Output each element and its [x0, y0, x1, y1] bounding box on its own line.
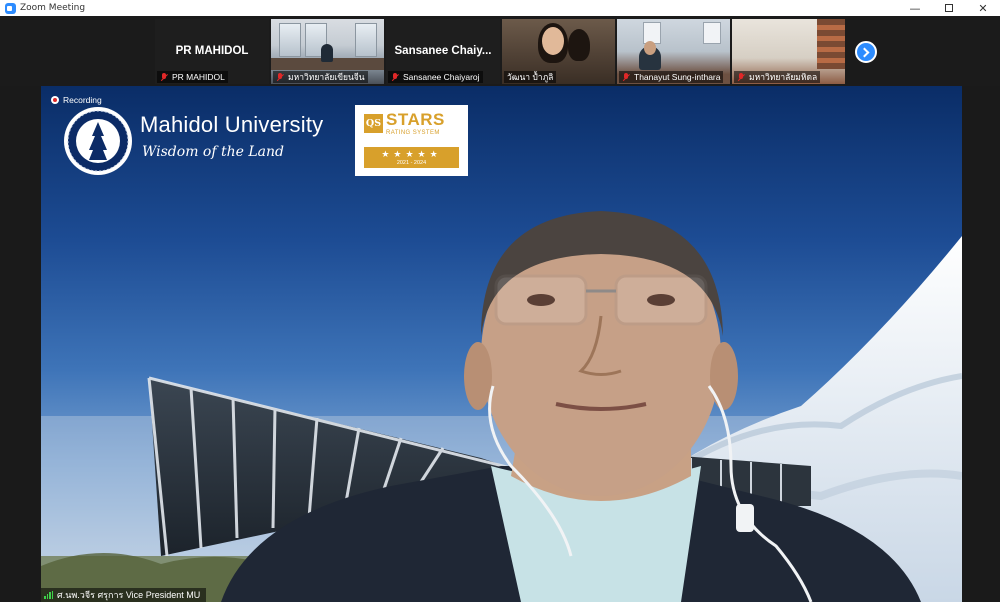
maximize-icon — [945, 4, 953, 12]
speaker-name: ศ.นพ.วจีร ศรุการ Vice President MU — [57, 590, 201, 600]
participant-name: PR MAHIDOL — [172, 72, 225, 82]
window-controls: — ✕ — [898, 0, 1000, 16]
window-title: Zoom Meeting — [20, 3, 86, 13]
university-name: Mahidol University — [140, 112, 324, 137]
speaker-video — [221, 211, 921, 602]
minimize-button[interactable]: — — [898, 0, 932, 16]
video-face-shape — [644, 41, 656, 55]
participant-strip: PR MAHIDOL PR MAHIDOL มหาวิทยาลัยเขียนจี… — [0, 16, 1000, 86]
close-icon: ✕ — [978, 1, 988, 15]
mic-muted-icon — [160, 72, 168, 82]
recording-icon — [51, 96, 59, 104]
mic-muted-icon — [391, 72, 399, 82]
close-button[interactable]: ✕ — [966, 0, 1000, 16]
qs-rating-years: 2021 - 2024 — [396, 160, 427, 166]
qs-stars-badge: QS STARS RATING SYSTEM ★★★★★ 2021 - 2024 — [355, 105, 468, 176]
qs-stars-subtitle: RATING SYSTEM — [386, 130, 440, 136]
participant-display-name: PR MAHIDOL — [175, 45, 249, 57]
video-shelf-shape — [817, 19, 845, 69]
qs-logo-mark: QS — [364, 114, 383, 133]
participant-tile[interactable]: มหาวิทยาลัยเขียนจีน — [271, 19, 384, 84]
participant-name: Thanayut Sung-inthara — [634, 72, 721, 82]
qs-rating-stars: ★★★★★ — [381, 149, 442, 159]
participant-name-tag: มหาวิทยาลัยมหิดล — [734, 71, 821, 83]
participant-name: มหาวิทยาลัยมหิดล — [749, 72, 818, 82]
participant-name-tag: PR MAHIDOL — [157, 71, 228, 83]
participant-tile[interactable]: วัฒนา ป้ำภูลิ — [502, 19, 615, 84]
participant-name: วัฒนา ป้ำภูลิ — [507, 72, 554, 82]
minimize-icon: — — [909, 1, 921, 15]
participant-tile[interactable]: Sansanee Chaiy... Sansanee Chaiyaroj — [386, 19, 500, 84]
zoom-app-icon — [5, 2, 16, 14]
university-tagline: Wisdom of the Land — [142, 144, 284, 160]
chevron-right-icon[interactable] — [855, 41, 877, 63]
video-face-shape — [542, 27, 564, 55]
participant-name-tag: Sansanee Chaiyaroj — [388, 71, 483, 83]
qs-rating-bar: ★★★★★ 2021 - 2024 — [364, 147, 459, 168]
video-person-shape — [321, 44, 333, 62]
participant-tile[interactable]: มหาวิทยาลัยมหิดล — [732, 19, 845, 84]
mic-muted-icon — [737, 72, 745, 82]
participant-name-tag: Thanayut Sung-inthara — [619, 71, 724, 83]
title-bar: Zoom Meeting — ✕ — [0, 0, 1000, 16]
recording-label: Recording — [63, 95, 102, 105]
mic-muted-icon — [622, 72, 630, 82]
speaker-name-tag: ศ.นพ.วจีร ศรุการ Vice President MU — [41, 588, 207, 602]
video-window-shape — [279, 23, 301, 57]
participant-name-tag: วัฒนา ป้ำภูลิ — [504, 71, 557, 83]
maximize-button[interactable] — [932, 0, 966, 16]
participant-name: Sansanee Chaiyaroj — [403, 72, 480, 82]
participant-tile[interactable]: PR MAHIDOL PR MAHIDOL — [155, 19, 269, 84]
participant-name: มหาวิทยาลัยเขียนจีน — [288, 72, 365, 82]
participant-tile[interactable]: Thanayut Sung-inthara — [617, 19, 730, 84]
video-person-shape — [568, 29, 590, 61]
main-video[interactable]: Recording Mahidol University Wisdom of t… — [41, 86, 962, 602]
video-poster-shape — [703, 22, 721, 44]
participant-name-tag: มหาวิทยาลัยเขียนจีน — [273, 71, 368, 83]
mic-muted-icon — [276, 72, 284, 82]
mahidol-seal-logo — [64, 107, 132, 175]
video-window-shape — [355, 23, 377, 57]
recording-indicator[interactable]: Recording — [51, 95, 102, 105]
qs-stars-title: STARS — [386, 110, 445, 129]
connection-signal-icon — [44, 591, 53, 599]
participant-display-name: Sansanee Chaiy... — [394, 45, 492, 57]
